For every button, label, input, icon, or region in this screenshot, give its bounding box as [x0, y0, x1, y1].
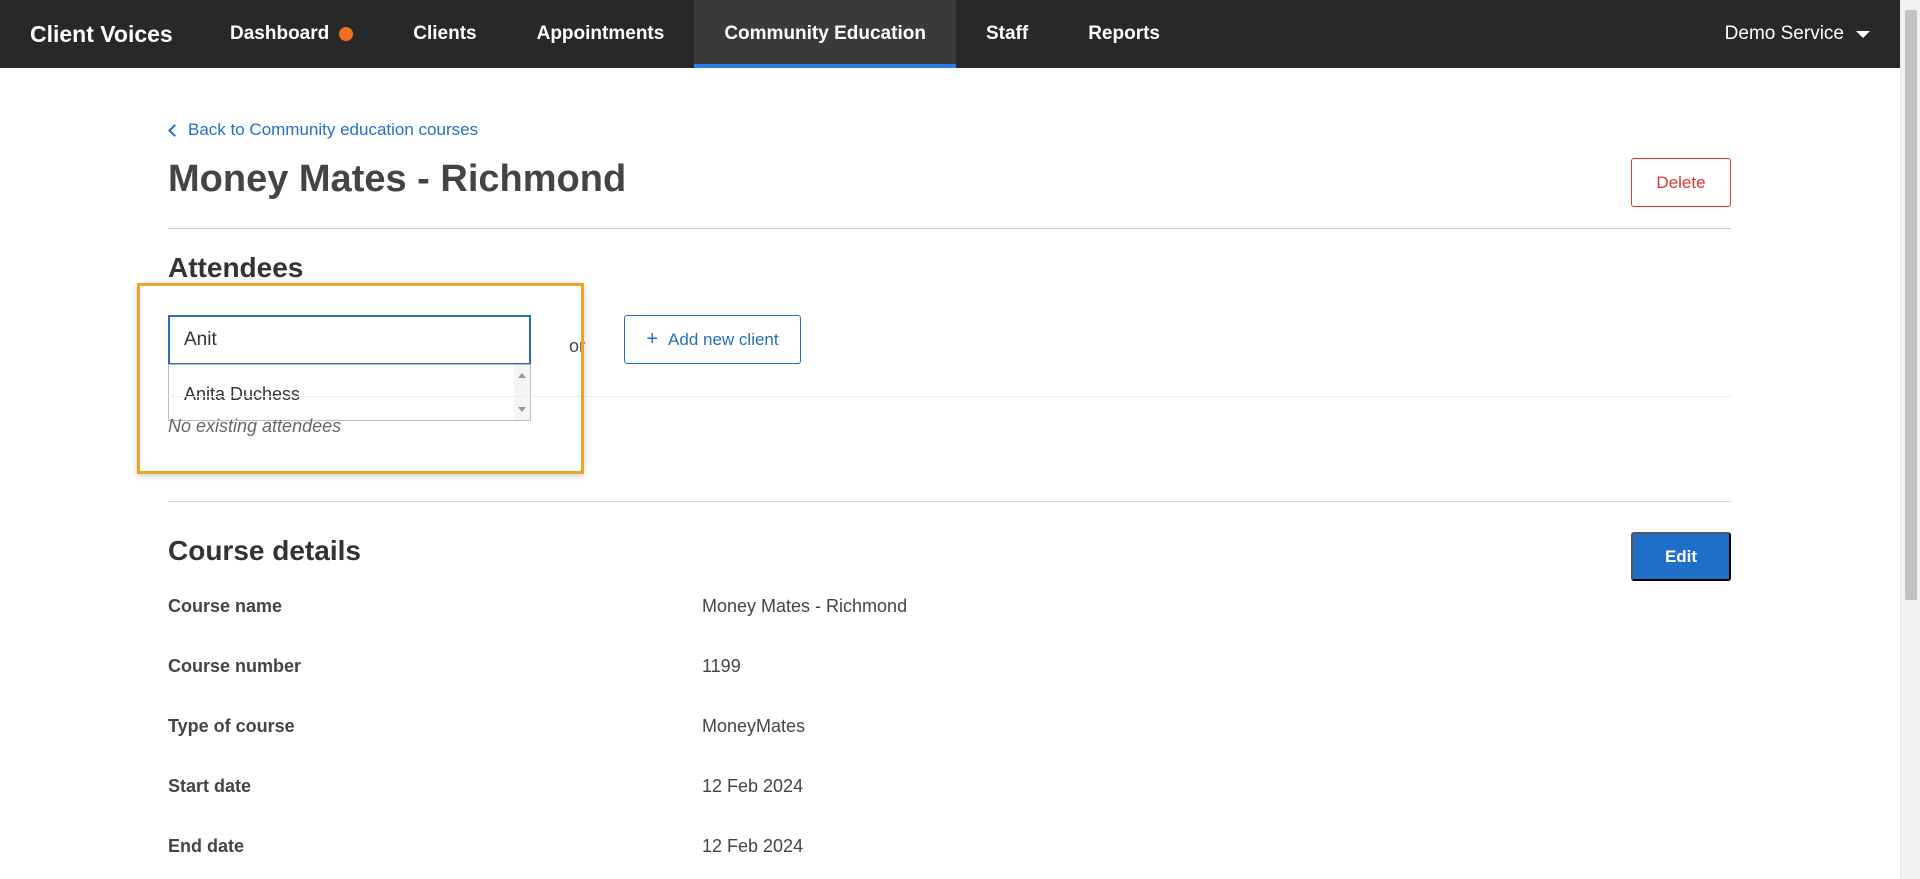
nav-item-appointments[interactable]: Appointments: [507, 0, 695, 68]
nav-item-reports[interactable]: Reports: [1058, 0, 1190, 68]
add-new-client-button[interactable]: + Add new client: [624, 315, 801, 364]
top-nav: Client Voices Dashboard Clients Appointm…: [0, 0, 1900, 68]
nav-item-label: Dashboard: [230, 23, 330, 44]
nav-item-staff[interactable]: Staff: [956, 0, 1058, 68]
divider: [168, 228, 1731, 229]
field-value-type-of-course: MoneyMates: [702, 716, 806, 736]
nav-item-dashboard[interactable]: Dashboard: [200, 0, 383, 68]
field-label-start-date: Start date: [168, 776, 252, 796]
back-link-label: Back to Community education courses: [188, 120, 479, 139]
back-link[interactable]: Back to Community education courses: [168, 120, 479, 140]
field-value-start-date: 12 Feb 2024: [702, 776, 804, 796]
add-new-client-label: Add new client: [668, 329, 779, 349]
nav-item-label: Staff: [985, 23, 1029, 44]
nav-item-label: Clients: [413, 23, 477, 44]
nav-item-community-education[interactable]: Community Education: [694, 0, 956, 68]
caret-down-icon: [1856, 30, 1870, 38]
nav-item-label: Appointments: [536, 23, 665, 44]
highlight-box: [137, 283, 584, 474]
plus-icon: +: [646, 328, 659, 350]
page-scrollbar[interactable]: [1900, 0, 1920, 879]
service-label: Demo Service: [1724, 23, 1844, 44]
nav-item-label: Reports: [1088, 23, 1160, 44]
nav-items: Dashboard Clients Appointments Community…: [200, 0, 1190, 68]
delete-button[interactable]: Delete: [1631, 158, 1731, 207]
service-dropdown[interactable]: Demo Service: [1725, 0, 1870, 68]
field-label-end-date: End date: [168, 836, 245, 856]
nav-item-label: Community Education: [724, 23, 926, 44]
brand-logo[interactable]: Client Voices: [0, 21, 200, 48]
page-title: Money Mates - Richmond: [168, 158, 627, 200]
edit-button[interactable]: Edit: [1631, 532, 1731, 581]
field-label-type-of-course: Type of course: [168, 716, 295, 736]
chevron-left-icon: [168, 123, 181, 137]
nav-item-clients[interactable]: Clients: [383, 0, 506, 68]
field-label-course-name: Course name: [168, 596, 283, 616]
attendees-heading: Attendees: [168, 252, 304, 283]
notification-dot: [339, 27, 354, 41]
course-details-heading: Course details: [168, 535, 361, 566]
scrollbar-thumb[interactable]: [1905, 10, 1917, 600]
field-label-course-number: Course number: [168, 656, 302, 676]
field-value-end-date: 12 Feb 2024: [702, 836, 804, 856]
field-value-course-name: Money Mates - Richmond: [702, 596, 908, 616]
field-value-course-number: 1199: [702, 656, 741, 676]
divider: [168, 501, 1731, 502]
